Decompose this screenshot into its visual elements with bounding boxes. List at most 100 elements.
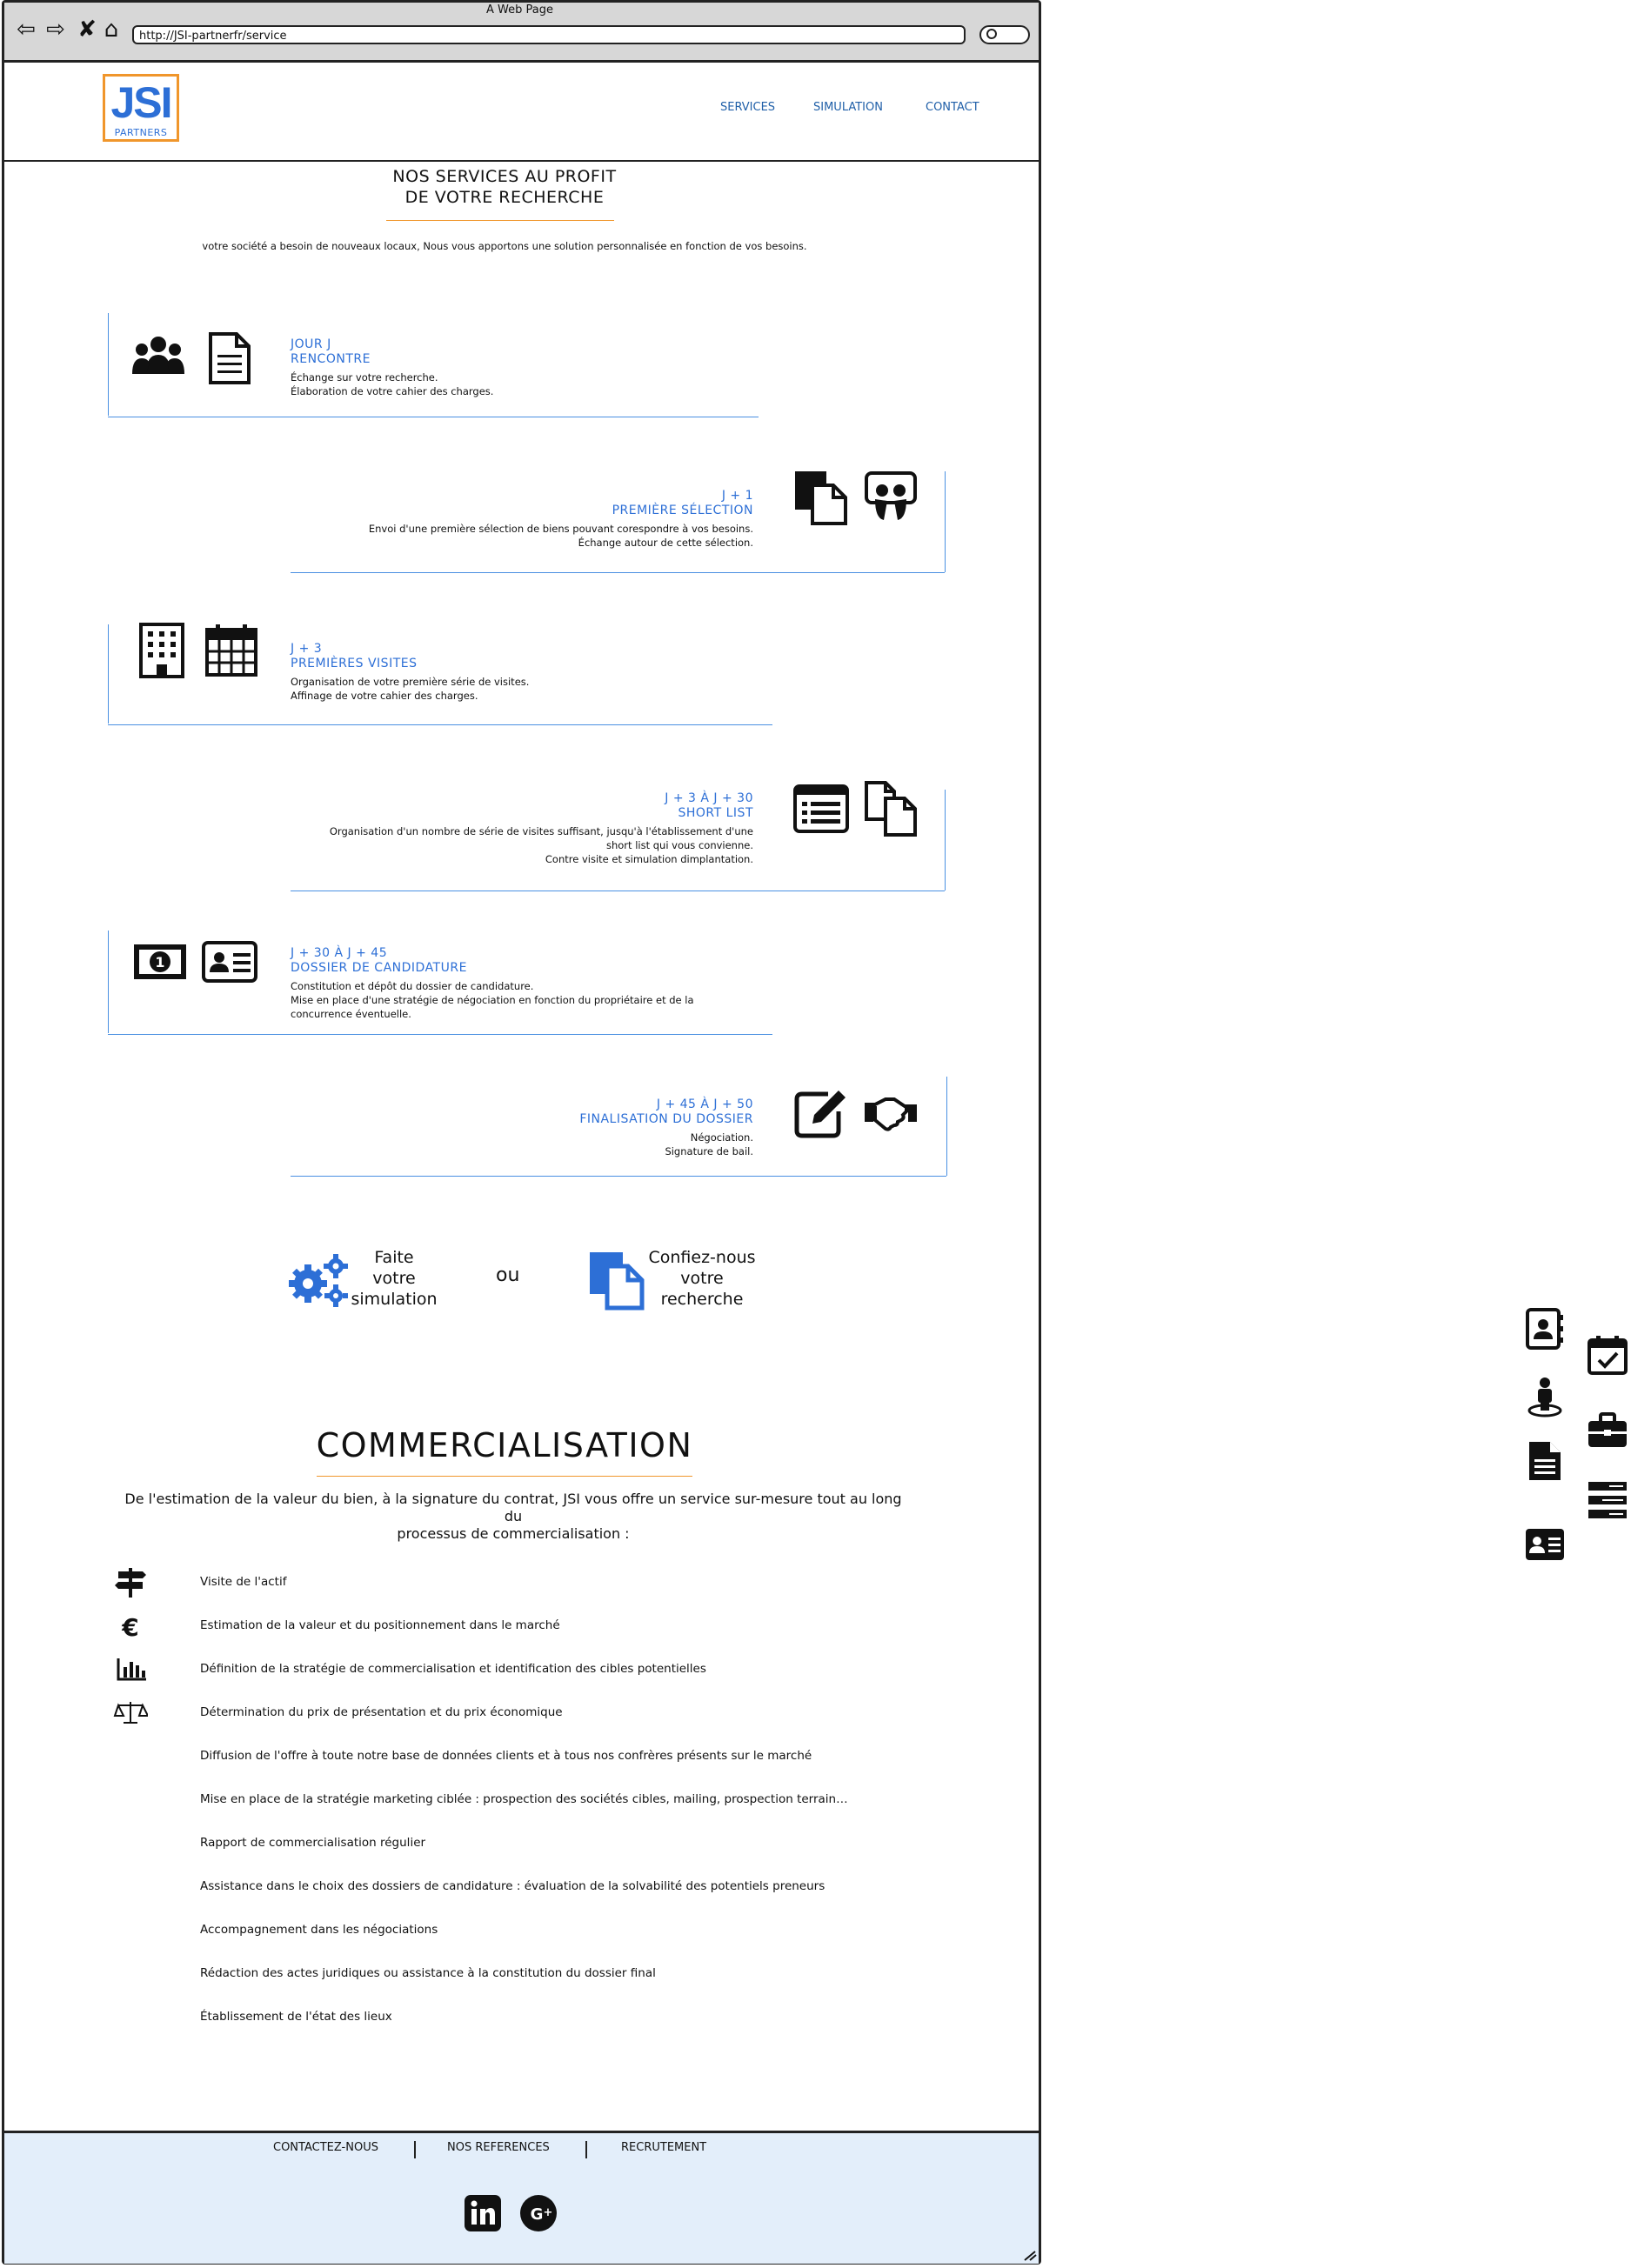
step-desc: Constitution et dépôt du dossier de cand…	[291, 980, 534, 992]
step-desc: Mise en place d'une stratégie de négocia…	[291, 994, 694, 1006]
nav-services[interactable]: SERVICES	[720, 101, 775, 114]
svg-text:€: €	[121, 1613, 138, 1641]
footer-references-link[interactable]: NOS REFERENCES	[447, 2141, 550, 2154]
step-day: J + 1	[721, 489, 753, 503]
services-title-line2: DE VOTRE RECHERCHE	[404, 188, 605, 207]
title-underline	[317, 1476, 692, 1477]
commercialisation-item: Diffusion de l'offre à toute notre base …	[200, 1749, 812, 1763]
step-desc: Contre visite et simulation dimplantatio…	[545, 853, 753, 865]
list-bars-icon	[1588, 1482, 1627, 1518]
step-desc: Élaboration de votre cahier des charges.	[291, 385, 494, 397]
intro-line: De l'estimation de la valeur du bien, à …	[124, 1491, 902, 1524]
commercialisation-item: Rapport de commercialisation régulier	[200, 1836, 426, 1850]
url-bar[interactable]: http://JSI-partnerfr/service	[132, 25, 966, 44]
step-text: J + 30 À J + 45 DOSSIER DE CANDIDATURE C…	[291, 946, 694, 1021]
step-day: JOUR J	[291, 337, 331, 351]
step-border	[291, 572, 945, 573]
forward-icon[interactable]: ⇨	[43, 17, 68, 42]
step-border	[108, 724, 772, 725]
slideshare-icon	[865, 471, 917, 520]
bar-chart-icon	[117, 1658, 146, 1681]
step-desc: Organisation d'un nombre de série de vis…	[329, 825, 753, 837]
svg-text:G: G	[531, 2205, 544, 2224]
commercialisation-title: COMMERCIALISATION	[316, 1426, 693, 1464]
services-title: NOS SERVICES AU PROFIT DE VOTRE RECHERCH…	[331, 166, 678, 208]
commercialisation-item: Accompagnement dans les négociations	[200, 1923, 438, 1937]
id-card-icon	[202, 941, 257, 983]
id-badge-icon	[1526, 1529, 1564, 1560]
files-icon	[865, 781, 917, 837]
step-desc: Échange sur votre recherche.	[291, 371, 438, 384]
close-icon[interactable]: ✘	[75, 17, 99, 42]
back-icon[interactable]: ⇦	[14, 17, 38, 42]
step-day: J + 3	[291, 642, 323, 656]
step-border	[108, 931, 109, 1033]
commercialisation-item: Définition de la stratégie de commercial…	[200, 1662, 706, 1676]
cta-text: simulation	[351, 1290, 438, 1309]
commercialisation-item: Mise en place de la stratégie marketing …	[200, 1792, 848, 1806]
search-cta[interactable]: Confiez-nous votre recherche	[640, 1247, 764, 1310]
step-desc: Envoi d'une première sélection de biens …	[368, 523, 753, 535]
commercialisation-item: Assistance dans le choix des dossiers de…	[200, 1879, 826, 1893]
money-icon: 1	[134, 944, 186, 979]
linkedin-icon[interactable]	[465, 2195, 501, 2231]
calendar-icon	[205, 624, 257, 677]
document-text-icon	[1529, 1442, 1561, 1480]
title-underline	[386, 220, 614, 221]
nav-contact[interactable]: CONTACT	[926, 101, 979, 114]
briefcase-icon	[1588, 1412, 1627, 1447]
step-name: DOSSIER DE CANDIDATURE	[291, 961, 467, 975]
simulation-cta[interactable]: Faite votre simulation	[346, 1247, 442, 1310]
step-desc: Échange autour de cette sélection.	[578, 537, 753, 549]
nav-simulation[interactable]: SIMULATION	[813, 101, 883, 114]
step-border	[108, 624, 109, 724]
commercialisation-item: Détermination du prix de présentation et…	[200, 1705, 563, 1719]
step-border	[946, 1077, 947, 1176]
gears-icon[interactable]	[287, 1252, 350, 1308]
search-icon	[986, 29, 997, 39]
cta-text: votre	[680, 1269, 724, 1288]
footer-separator	[414, 2141, 416, 2158]
header-divider	[4, 160, 1039, 162]
step-text: J + 3 PREMIÈRES VISITES Organisation de …	[291, 642, 529, 703]
step-name: SHORT LIST	[678, 806, 753, 820]
cta-text: recherche	[660, 1290, 744, 1309]
step-name: FINALISATION DU DOSSIER	[579, 1112, 753, 1126]
step-desc: Négociation.	[690, 1131, 753, 1144]
svg-text:1: 1	[155, 954, 164, 971]
user-location-icon	[1527, 1377, 1562, 1418]
copy-icon	[795, 471, 847, 525]
logo-subtext: PARTNERS	[114, 127, 168, 138]
copy-blue-icon[interactable]	[588, 1251, 645, 1311]
step-desc: short list qui vous convienne.	[605, 839, 753, 851]
step-border	[945, 790, 946, 891]
step-name: RENCONTRE	[291, 352, 371, 366]
commercialisation-item: Rédaction des actes juridiques ou assist…	[200, 1966, 656, 1980]
step-border	[108, 313, 109, 416]
step-desc: Signature de bail.	[665, 1145, 753, 1157]
calendar-check-icon	[1588, 1336, 1628, 1375]
step-desc: Organisation de votre première série de …	[291, 676, 530, 688]
browser-search[interactable]	[979, 25, 1030, 44]
or-text: ou	[496, 1264, 520, 1286]
footer-contact-link[interactable]: CONTACTEZ-NOUS	[273, 2141, 378, 2154]
handshake-icon	[865, 1097, 917, 1131]
step-border	[108, 1034, 772, 1035]
logo[interactable]: JSI PARTNERS	[103, 74, 179, 142]
home-icon[interactable]: ⌂	[99, 17, 124, 42]
edit-icon	[794, 1091, 846, 1138]
step-desc: concurrence éventuelle.	[291, 1008, 411, 1020]
intro-line: processus de commercialisation :	[397, 1525, 630, 1542]
commercialisation-item: Estimation de la valeur et du positionne…	[200, 1618, 560, 1632]
footer-separator	[585, 2141, 587, 2158]
resize-handle-icon[interactable]	[1023, 2249, 1037, 2261]
step-name: PREMIÈRE SÉLECTION	[612, 504, 753, 517]
step-day: J + 45 À J + 50	[656, 1097, 753, 1111]
step-day: J + 30 À J + 45	[291, 946, 388, 960]
services-intro: votre société a besoin de nouveaux locau…	[202, 240, 807, 252]
cta-text: Faite	[374, 1248, 414, 1267]
google-plus-icon[interactable]: G +	[520, 2195, 557, 2231]
services-title-line1: NOS SERVICES AU PROFIT	[392, 167, 617, 186]
footer-recruitment-link[interactable]: RECRUTEMENT	[621, 2141, 706, 2154]
step-text: J + 45 À J + 50 FINALISATION DU DOSSIER …	[318, 1097, 753, 1158]
